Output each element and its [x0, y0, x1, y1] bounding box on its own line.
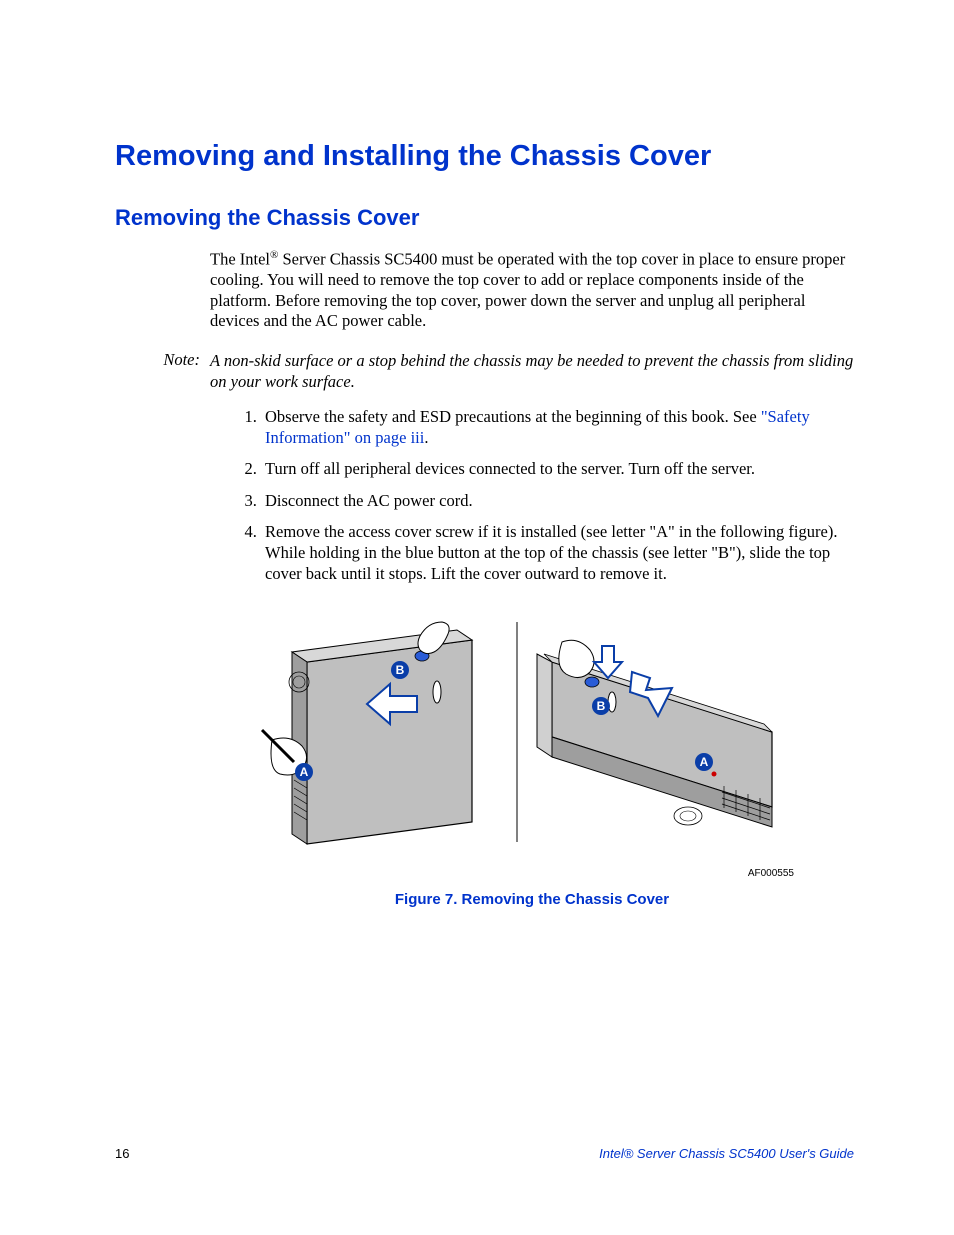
note-block: Note: A non-skid surface or a stop behin…: [115, 350, 854, 392]
step-1: Observe the safety and ESD precautions a…: [261, 406, 854, 448]
callout-a-right: A: [700, 755, 709, 769]
page-number: 16: [115, 1146, 129, 1161]
step-list: Observe the safety and ESD precautions a…: [233, 406, 854, 584]
heading-2: Removing the Chassis Cover: [115, 205, 854, 231]
footer-doc-title: Intel® Server Chassis SC5400 User's Guid…: [599, 1146, 854, 1161]
figure-illustration: A B: [252, 612, 812, 862]
callout-b-right: B: [597, 699, 606, 713]
figure-block: A B: [210, 612, 854, 908]
step-4: Remove the access cover screw if it is i…: [261, 521, 854, 584]
step-1-post: .: [424, 428, 428, 447]
intro-paragraph: The Intel® Server Chassis SC5400 must be…: [210, 249, 854, 332]
figure-id: AF000555: [210, 868, 794, 879]
step-1-pre: Observe the safety and ESD precautions a…: [265, 407, 761, 426]
intro-text-pre: The Intel: [210, 250, 270, 269]
step-3: Disconnect the AC power cord.: [261, 490, 854, 511]
step-2: Turn off all peripheral devices connecte…: [261, 458, 854, 479]
callout-a-left: A: [300, 765, 309, 779]
figure-caption: Figure 7. Removing the Chassis Cover: [210, 891, 854, 908]
callout-b-left: B: [396, 663, 405, 677]
note-label: Note:: [115, 350, 210, 392]
document-page: Removing and Installing the Chassis Cove…: [0, 0, 954, 1235]
page-footer: 16 Intel® Server Chassis SC5400 User's G…: [115, 1146, 854, 1161]
heading-1: Removing and Installing the Chassis Cove…: [115, 140, 854, 173]
note-body: A non-skid surface or a stop behind the …: [210, 350, 854, 392]
intro-text-post: Server Chassis SC5400 must be operated w…: [210, 250, 845, 331]
